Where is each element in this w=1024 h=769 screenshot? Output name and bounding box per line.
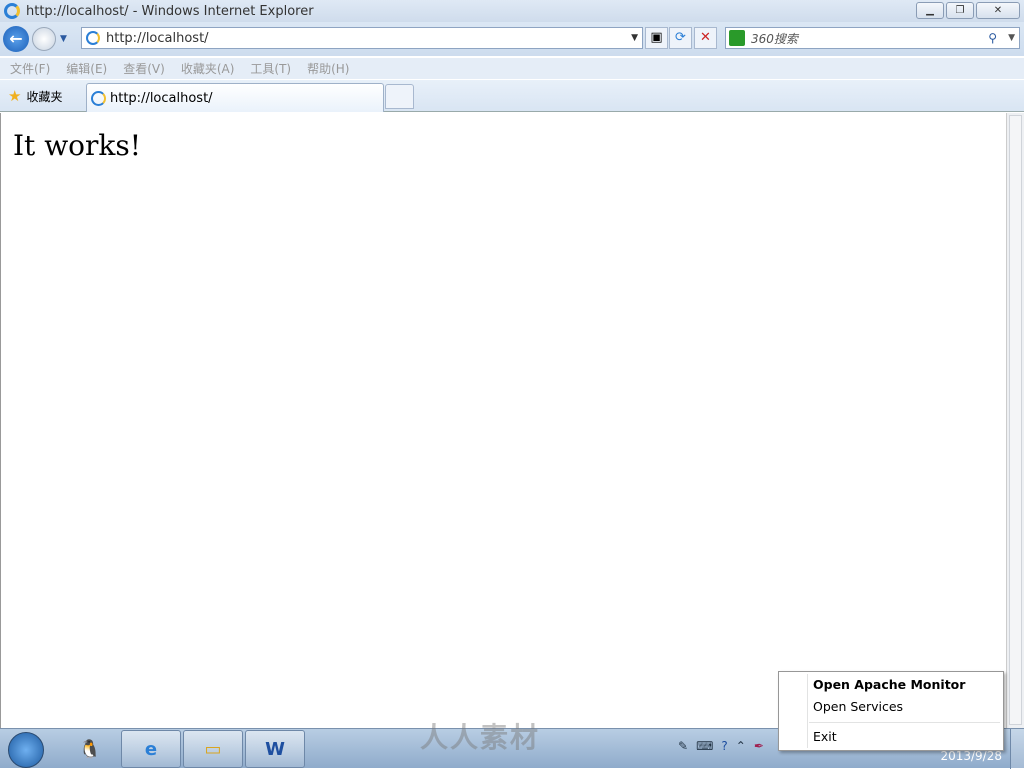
address-input[interactable]: http://localhost/: [106, 31, 209, 46]
page-heading: It works!: [13, 129, 142, 162]
keyboard-icon[interactable]: ⌨: [696, 739, 713, 753]
menu-tools[interactable]: 工具(T): [250, 60, 291, 77]
new-tab-button[interactable]: [385, 84, 414, 109]
apache-monitor-icon[interactable]: ✒: [754, 739, 764, 753]
start-button[interactable]: [8, 732, 44, 768]
favorites-label: 收藏夹: [26, 89, 63, 104]
search-box[interactable]: 360搜索 ⚲ ▼: [725, 27, 1020, 49]
window-title: http://localhost/ - Windows Internet Exp…: [26, 3, 314, 19]
search-icon[interactable]: ⚲: [988, 31, 997, 45]
ie-icon: [91, 90, 106, 106]
address-dropdown-icon[interactable]: ▼: [631, 33, 638, 43]
favorites-button[interactable]: ★ 收藏夹: [8, 87, 62, 105]
clock-date[interactable]: 2013/9/28: [940, 749, 1002, 763]
menu-help[interactable]: 帮助(H): [307, 60, 349, 77]
exit-item[interactable]: Exit: [813, 729, 837, 744]
help-icon[interactable]: ?: [721, 739, 727, 753]
open-services-item[interactable]: Open Services: [813, 699, 903, 714]
tab-label: http://localhost/: [110, 90, 213, 106]
navigation-bar: ← ▼ http://localhost/ ▼ ▣ ⟳ ✕ 360搜索 ⚲ ▼: [0, 22, 1024, 56]
watermark: 人人素材: [420, 721, 541, 754]
page-content: It works!: [0, 113, 1006, 728]
menu-bar: 文件(F) 编辑(E) 查看(V) 收藏夹(A) 工具(T) 帮助(H): [0, 58, 1024, 79]
tab-localhost[interactable]: http://localhost/: [86, 83, 384, 112]
recent-pages-dropdown[interactable]: ▼: [60, 34, 67, 44]
vertical-scrollbar[interactable]: [1006, 113, 1024, 728]
search-input[interactable]: 360搜索: [751, 30, 798, 47]
taskbar-word[interactable]: W: [245, 730, 305, 768]
address-bar[interactable]: http://localhost/ ▼: [81, 27, 643, 49]
open-apache-monitor-item[interactable]: Open Apache Monitor: [813, 677, 965, 692]
taskbar-qq[interactable]: 🐧: [60, 730, 120, 768]
page-icon: [86, 31, 100, 45]
ie-icon: [4, 3, 20, 19]
tab-bar: ★ 收藏夹 http://localhost/: [0, 80, 1024, 112]
menu-separator: [809, 722, 1000, 723]
title-bar: http://localhost/ - Windows Internet Exp…: [0, 0, 1024, 22]
taskbar-file-explorer[interactable]: ▭: [183, 730, 243, 768]
minimize-button[interactable]: ▁: [916, 2, 944, 19]
apache-context-menu: Open Apache Monitor Open Services Exit: [778, 671, 1004, 751]
search-dropdown-icon[interactable]: ▼: [1008, 33, 1015, 43]
tray-note-icon[interactable]: ✎: [678, 739, 688, 753]
stop-button[interactable]: ✕: [694, 27, 717, 49]
show-desktop-button[interactable]: [1010, 729, 1024, 769]
compatibility-view-button[interactable]: ▣: [645, 27, 668, 49]
360-search-logo-icon: [729, 30, 745, 46]
restore-button[interactable]: ❐: [946, 2, 974, 19]
menu-file[interactable]: 文件(F): [10, 60, 50, 77]
back-button[interactable]: ←: [3, 26, 29, 52]
system-tray: ✎ ⌨ ? ⌃ ✒: [678, 739, 764, 753]
menu-edit[interactable]: 编辑(E): [66, 60, 107, 77]
close-button[interactable]: ✕: [976, 2, 1020, 19]
star-icon: ★: [8, 87, 22, 105]
menu-view[interactable]: 查看(V): [123, 60, 165, 77]
forward-button[interactable]: [32, 27, 56, 51]
refresh-button[interactable]: ⟳: [669, 27, 692, 49]
menu-favorites[interactable]: 收藏夹(A): [181, 60, 235, 77]
show-hidden-icons[interactable]: ⌃: [736, 739, 746, 753]
taskbar-internet-explorer[interactable]: e: [121, 730, 181, 768]
